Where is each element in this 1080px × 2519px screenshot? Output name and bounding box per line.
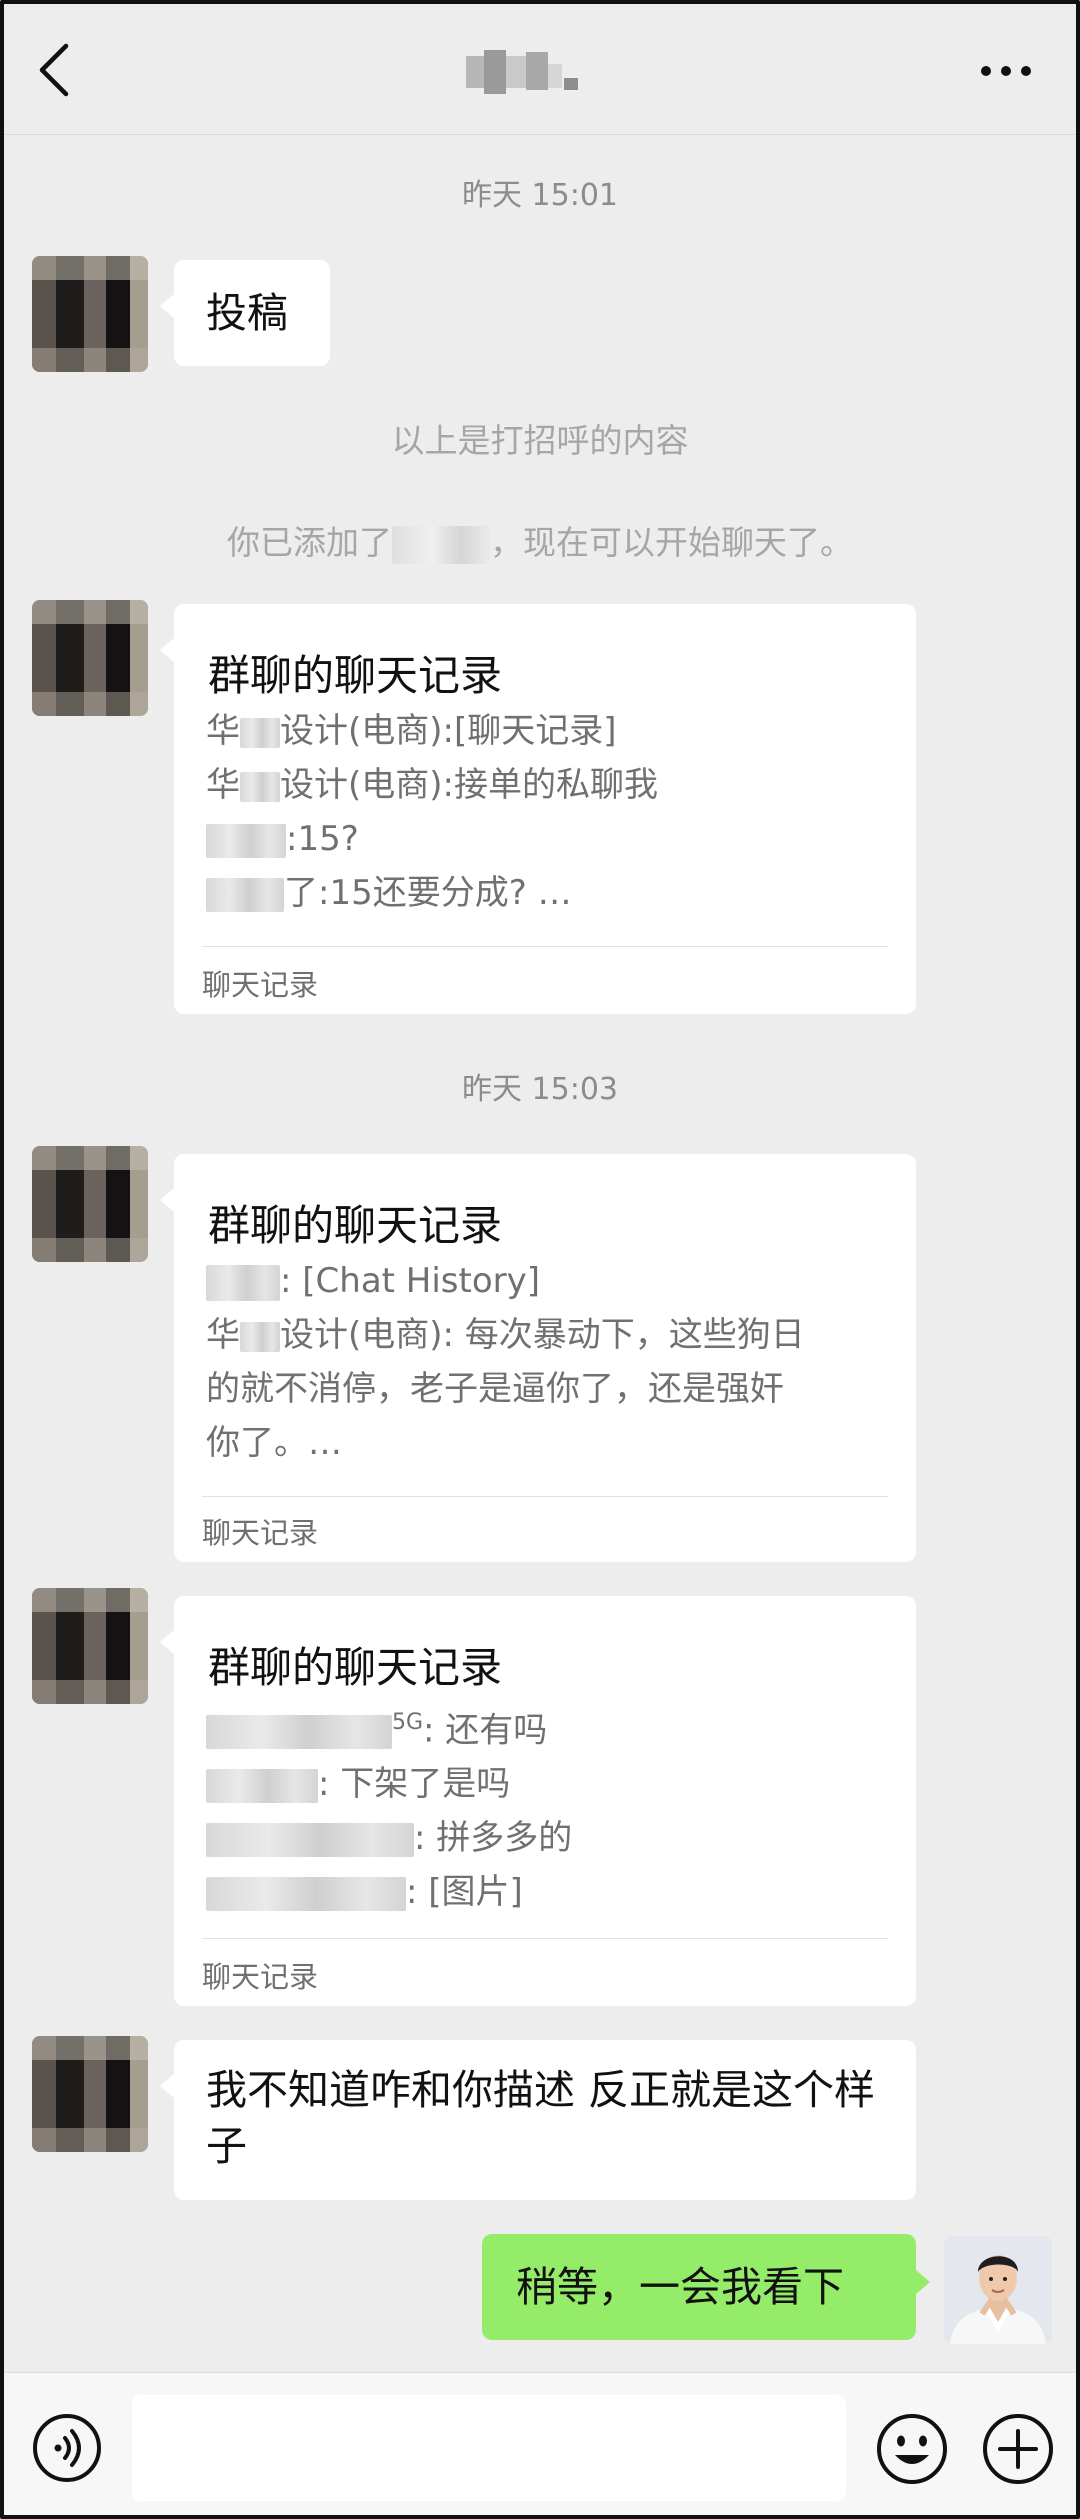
message-text: 稍等，一会我看下 xyxy=(516,2263,844,2311)
record-line: 华设计(电商):[聊天记录] xyxy=(206,711,617,751)
message-text: 投稿 xyxy=(206,289,288,337)
contact-avatar[interactable] xyxy=(32,256,148,372)
record-line: : [Chat History] xyxy=(206,1254,805,1308)
contact-avatar[interactable] xyxy=(32,2036,148,2152)
chat-screen: 昨天 15:01 投稿 以上是打招呼的内容 你已添加了 ，现在可以开始聊天了。 xyxy=(0,0,1080,2519)
record-label: 聊天记录 xyxy=(202,1516,319,1550)
my-message-bubble[interactable]: 稍等，一会我看下 xyxy=(482,2234,930,2340)
record-line: 华设计(电商): 每次暴动下，这些狗日 xyxy=(206,1315,805,1355)
timestamp: 昨天 15:03 xyxy=(462,1072,618,1107)
top-bar xyxy=(4,4,1076,135)
chat-record-card[interactable]: 群聊的聊天记录 华设计(电商):[聊天记录] 华设计(电商):接单的私聊我 :1… xyxy=(160,604,916,1014)
timestamp: 昨天 15:01 xyxy=(462,178,618,213)
plus-circle-icon[interactable] xyxy=(982,2413,1054,2485)
contact-avatar[interactable] xyxy=(32,1588,148,1704)
record-label: 聊天记录 xyxy=(202,1960,319,1994)
voice-icon[interactable] xyxy=(32,2413,102,2483)
record-line: 的就不消停，老子是逼你了，还是强奸 xyxy=(206,1369,784,1409)
message-text: 我不知道咋和你描述 反正就是这个样子 xyxy=(206,2066,876,2170)
record-line: : 下架了是吗 xyxy=(206,1757,572,1811)
record-line: :15? xyxy=(206,812,658,866)
record-label: 聊天记录 xyxy=(202,968,319,1002)
record-preview: : [Chat History] 华设计(电商): 每次暴动下，这些狗日 的就不… xyxy=(206,1254,805,1470)
chevron-left-icon[interactable] xyxy=(34,42,74,98)
divider xyxy=(202,1938,888,1939)
system-note-suffix: ，现在可以开始聊天了。 xyxy=(490,523,853,562)
message-bubble[interactable]: 投稿 xyxy=(160,260,330,366)
contact-avatar[interactable] xyxy=(32,1146,148,1262)
record-title: 群聊的聊天记录 xyxy=(208,1643,503,1692)
contact-avatar[interactable] xyxy=(32,600,148,716)
emoji-icon[interactable] xyxy=(876,2413,948,2485)
record-title: 群聊的聊天记录 xyxy=(208,651,503,700)
input-bar xyxy=(4,2372,1076,2515)
chat-record-card[interactable]: 群聊的聊天记录 : [Chat History] 华设计(电商): 每次暴动下，… xyxy=(160,1154,916,1562)
divider xyxy=(202,946,888,947)
record-line: : 拼多多的 xyxy=(206,1811,572,1865)
record-preview: 华设计(电商):[聊天记录] 华设计(电商):接单的私聊我 :15? 了:15还… xyxy=(206,704,658,920)
message-bubble[interactable]: 我不知道咋和你描述 反正就是这个样子 xyxy=(160,2040,916,2200)
record-line: 了:15还要分成? … xyxy=(206,866,658,920)
my-avatar[interactable] xyxy=(944,2236,1052,2344)
divider xyxy=(202,1496,888,1497)
record-line: 5G: 还有吗 xyxy=(206,1696,572,1757)
chat-title-blurred xyxy=(466,50,578,94)
record-line: 华设计(电商):接单的私聊我 xyxy=(206,765,658,805)
system-note-added: 你已添加了 ，现在可以开始聊天了。 xyxy=(4,516,1076,564)
record-line: 你了。… xyxy=(206,1423,342,1463)
chat-record-card[interactable]: 群聊的聊天记录 5G: 还有吗 : 下架了是吗 : 拼多多的 : [图片] 聊天… xyxy=(160,1596,916,2006)
record-title: 群聊的聊天记录 xyxy=(208,1201,503,1250)
more-horizontal-icon[interactable] xyxy=(980,64,1032,78)
message-input[interactable] xyxy=(132,2395,846,2501)
record-line: : [图片] xyxy=(206,1865,572,1919)
blurred-name xyxy=(392,525,490,564)
system-note-greeting: 以上是打招呼的内容 xyxy=(391,421,689,460)
record-preview: 5G: 还有吗 : 下架了是吗 : 拼多多的 : [图片] xyxy=(206,1696,572,1919)
system-note-prefix: 你已添加了 xyxy=(227,523,392,562)
